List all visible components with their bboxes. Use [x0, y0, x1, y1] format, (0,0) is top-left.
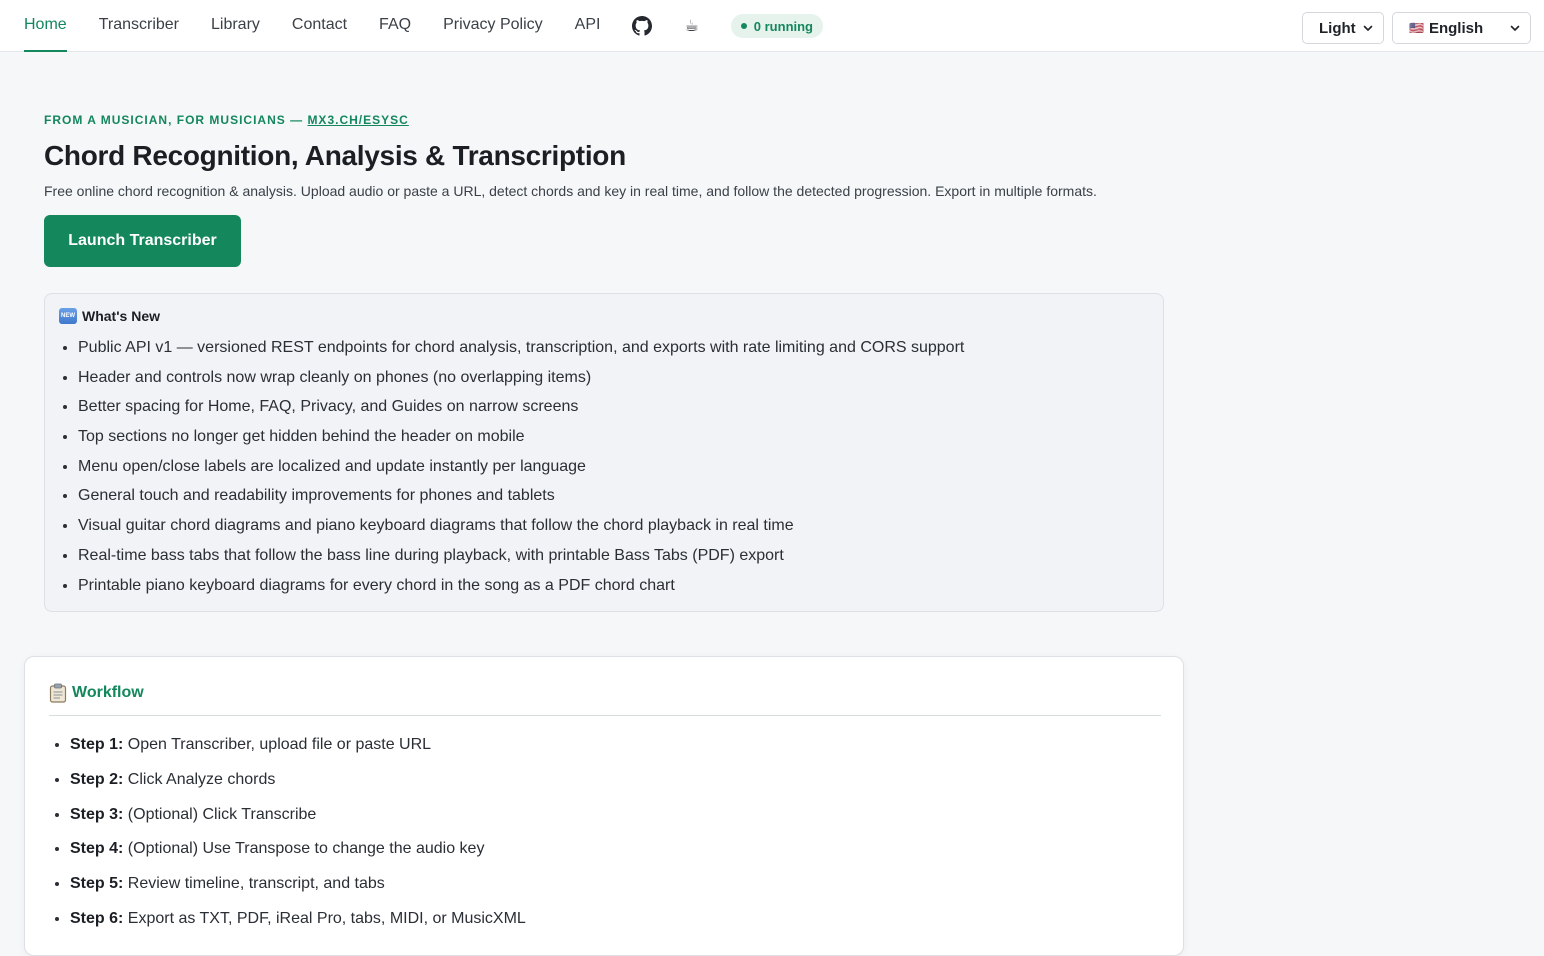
nav-home[interactable]: Home — [24, 0, 67, 52]
step-label: Step 1: — [70, 736, 124, 753]
workflow-heading: Workflow — [49, 683, 144, 703]
workflow-step: Step 4: (Optional) Use Transpose to chan… — [70, 835, 526, 870]
list-item: Real-time bass tabs that follow the bass… — [78, 542, 964, 572]
workflow-title: Workflow — [72, 684, 144, 701]
us-flag-icon: 🇺🇸 — [1409, 21, 1424, 35]
step-text: Open Transcriber, upload file or paste U… — [123, 736, 432, 753]
list-item: Menu open/close labels are localized and… — [78, 453, 964, 483]
nav-library[interactable]: Library — [211, 0, 260, 52]
nav-api[interactable]: API — [575, 0, 601, 52]
workflow-step: Step 2: Click Analyze chords — [70, 766, 526, 801]
whats-new-panel: NEW What's New Public API v1 — versioned… — [44, 293, 1164, 612]
step-text: Click Analyze chords — [123, 770, 276, 788]
theme-select-value: Light — [1319, 19, 1356, 37]
eyebrow-text: FROM A MUSICIAN, FOR MUSICIANS — — [44, 113, 308, 127]
new-badge-icon: NEW — [59, 308, 77, 324]
clipboard-icon — [49, 683, 67, 703]
chevron-down-icon — [1510, 25, 1520, 31]
whats-new-heading: NEW What's New — [59, 308, 160, 324]
page-subtitle: Free online chord recognition & analysis… — [44, 183, 1097, 199]
nav-privacy-policy[interactable]: Privacy Policy — [443, 0, 543, 52]
nav-faq[interactable]: FAQ — [379, 0, 411, 52]
step-text: Review timeline, transcript, and tabs — [123, 875, 385, 893]
language-select-value: English — [1428, 19, 1484, 37]
language-select[interactable]: 🇺🇸 English — [1392, 12, 1531, 44]
workflow-steps-list: Step 1: Open Transcriber, upload file or… — [49, 731, 526, 940]
list-item: Public API v1 — versioned REST endpoints… — [78, 334, 964, 364]
workflow-step: Step 3: (Optional) Click Transcribe — [70, 801, 526, 836]
theme-select[interactable]: Light — [1302, 12, 1384, 44]
list-item: Top sections no longer get hidden behind… — [78, 423, 964, 453]
workflow-step: Step 6: Export as TXT, PDF, iReal Pro, t… — [70, 905, 526, 940]
step-label: Step 6: — [70, 909, 124, 927]
step-label: Step 4: — [70, 840, 124, 858]
whats-new-list: Public API v1 — versioned REST endpoints… — [57, 334, 964, 601]
list-item: Header and controls now wrap cleanly on … — [78, 364, 964, 394]
running-status-text: 0 running — [753, 18, 813, 34]
eyebrow-link[interactable]: MX3.CH/ESYSC — [307, 113, 408, 127]
list-item: General touch and readability improvemen… — [78, 482, 964, 512]
step-label: Step 5: — [70, 875, 124, 893]
top-navbar: Home Transcriber Library Contact FAQ Pri… — [0, 0, 1544, 52]
hero-eyebrow: FROM A MUSICIAN, FOR MUSICIANS — MX3.CH/… — [44, 113, 409, 127]
main-nav: Home Transcriber Library Contact FAQ Pri… — [24, 0, 823, 52]
step-text: Export as TXT, PDF, iReal Pro, tabs, MID… — [123, 909, 526, 927]
status-dot-icon — [740, 23, 747, 29]
nav-contact[interactable]: Contact — [292, 0, 347, 52]
step-label: Step 3: — [70, 805, 124, 823]
chevron-down-icon — [1363, 25, 1373, 31]
coffee-icon[interactable]: ☕ — [684, 16, 698, 36]
list-item: Printable piano keyboard diagrams for ev… — [78, 572, 964, 602]
github-icon[interactable] — [632, 0, 653, 52]
step-text: (Optional) Click Transcribe — [123, 805, 317, 823]
divider — [49, 715, 1161, 716]
workflow-step: Step 5: Review timeline, transcript, and… — [70, 870, 526, 905]
list-item: Visual guitar chord diagrams and piano k… — [78, 512, 964, 542]
workflow-step: Step 1: Open Transcriber, upload file or… — [70, 731, 526, 766]
running-status-badge: 0 running — [730, 14, 823, 38]
workflow-card: Workflow Step 1: Open Transcriber, uploa… — [24, 656, 1184, 956]
nav-transcriber[interactable]: Transcriber — [99, 0, 179, 52]
list-item: Better spacing for Home, FAQ, Privacy, a… — [78, 393, 964, 423]
step-text: (Optional) Use Transpose to change the a… — [123, 840, 485, 858]
launch-transcriber-button[interactable]: Launch Transcriber — [44, 215, 241, 267]
whats-new-title: What's New — [82, 308, 161, 324]
step-label: Step 2: — [70, 770, 124, 788]
page-title: Chord Recognition, Analysis & Transcript… — [44, 140, 626, 171]
